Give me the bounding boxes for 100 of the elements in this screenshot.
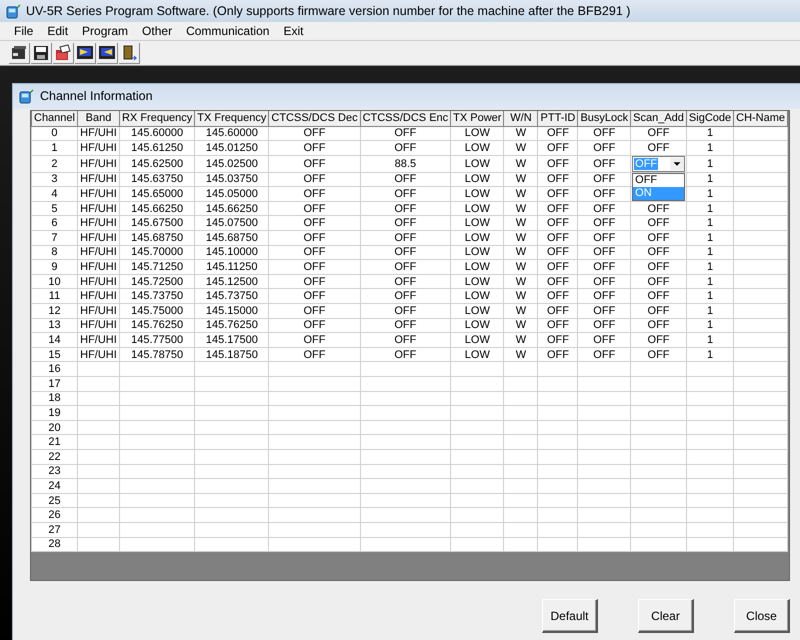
table-cell: HF/UHI xyxy=(77,318,120,333)
table-cell: OFF xyxy=(538,274,578,289)
row-header: 21 xyxy=(32,434,78,450)
column-header[interactable]: PTT-ID xyxy=(538,111,578,126)
table-cell: W xyxy=(504,172,538,187)
table-cell: OFF xyxy=(538,155,578,172)
table-cell: OFF xyxy=(268,274,360,289)
table-cell: LOW xyxy=(450,186,504,202)
table-cell: OFF xyxy=(630,304,686,318)
toolbar-button[interactable] xyxy=(9,42,30,64)
table-cell: 145.18750 xyxy=(194,347,269,362)
table-cell: 145.02500 xyxy=(194,155,269,172)
toolbar-button[interactable] xyxy=(119,42,140,64)
table-cell: OFF xyxy=(538,347,578,362)
table-cell: OFF xyxy=(538,304,578,318)
table-cell: HF/UHI xyxy=(77,140,120,156)
table-cell: 1 xyxy=(686,201,734,216)
table-cell: OFF xyxy=(578,304,631,318)
row-header: 23 xyxy=(32,464,78,479)
dialog-button[interactable]: Close xyxy=(734,599,790,633)
table-cell: 145.60000 xyxy=(119,126,195,141)
table-cell: 145.15000 xyxy=(194,304,269,318)
table-cell: LOW xyxy=(450,230,504,246)
column-header[interactable]: Scan_Add xyxy=(630,111,686,126)
dialog-button[interactable]: Default xyxy=(542,599,598,633)
table-cell: OFF xyxy=(578,230,631,246)
row-header: 18 xyxy=(32,391,78,406)
table-cell: HF/UHI xyxy=(77,155,120,172)
table-cell: 145.01250 xyxy=(194,140,269,156)
table-cell: HF/UHI xyxy=(77,230,120,246)
table-cell: OFF xyxy=(268,245,360,260)
table-cell: OFF xyxy=(268,260,360,274)
table-cell: 145.76250 xyxy=(194,318,269,333)
table-cell: 145.67500 xyxy=(119,216,195,231)
table-cell: OFF xyxy=(578,126,631,141)
table-cell: OFF xyxy=(360,288,451,304)
menu-item[interactable]: Edit xyxy=(41,24,76,38)
column-header[interactable]: Channel xyxy=(32,111,78,126)
table-cell: 145.71250 xyxy=(119,260,195,274)
row-header: 3 xyxy=(32,172,78,187)
table-cell: OFF xyxy=(268,216,360,231)
table-cell: LOW xyxy=(450,172,504,187)
table-cell: 1 xyxy=(686,216,734,231)
dialog-button[interactable]: Clear xyxy=(638,599,694,633)
table-cell: LOW xyxy=(450,347,504,362)
table-cell: 145.60000 xyxy=(194,126,269,141)
column-header[interactable]: TX Power xyxy=(450,111,504,126)
table-cell: OFF xyxy=(538,288,578,304)
column-header[interactable]: CTCSS/DCS Dec xyxy=(268,111,360,126)
menu-item[interactable]: Exit xyxy=(277,24,312,38)
table-cell: HF/UHI xyxy=(77,288,120,304)
table-cell: OFF xyxy=(360,347,451,362)
column-header[interactable]: BusyLock xyxy=(578,111,631,126)
table-cell: OFF xyxy=(360,318,451,333)
menu-item[interactable]: File xyxy=(8,24,42,38)
column-header[interactable]: W/N xyxy=(504,111,538,126)
table-cell: OFF xyxy=(578,186,631,202)
toolbar-button[interactable] xyxy=(31,42,52,64)
column-header[interactable]: CH-Name xyxy=(734,111,788,126)
table-cell: 145.73750 xyxy=(194,288,269,304)
row-header: 6 xyxy=(32,216,78,231)
toolbar-button[interactable] xyxy=(97,42,118,64)
table-cell: OFF xyxy=(268,186,360,202)
table-cell: OFF xyxy=(360,216,451,231)
table-cell: LOW xyxy=(450,201,504,216)
table-cell: OFF xyxy=(360,186,451,202)
table-cell: OFF xyxy=(360,274,451,289)
column-header[interactable]: CTCSS/DCS Enc xyxy=(360,111,451,126)
toolbar-button[interactable] xyxy=(75,42,96,64)
table-cell: OFF xyxy=(630,332,686,348)
table-cell: HF/UHI xyxy=(77,304,120,318)
table-cell: 1 xyxy=(686,347,734,362)
table-cell: LOW xyxy=(450,288,504,304)
table-cell: HF/UHI xyxy=(77,245,120,260)
menu-item[interactable]: Communication xyxy=(180,24,278,38)
table-cell: OFF xyxy=(268,140,360,156)
table-cell: 145.10000 xyxy=(194,245,269,260)
table-cell: OFF xyxy=(268,288,360,304)
table-cell: OFF xyxy=(630,318,686,333)
table-cell: 145.61250 xyxy=(119,140,195,156)
table-cell: OFF xyxy=(360,304,451,318)
row-header: 16 xyxy=(32,362,78,376)
table-cell: 1 xyxy=(686,186,734,202)
row-header: 19 xyxy=(32,406,78,420)
column-header[interactable]: RX Frequency xyxy=(119,111,195,126)
table-cell: OFF xyxy=(578,140,631,156)
column-header[interactable]: SigCode xyxy=(686,111,734,126)
row-header: 7 xyxy=(32,230,78,246)
column-header[interactable]: TX Frequency xyxy=(194,111,269,126)
toolbar-button[interactable] xyxy=(53,42,74,64)
column-header[interactable]: Band xyxy=(77,111,120,126)
menu-item[interactable]: Program xyxy=(76,24,136,38)
menu-item[interactable]: Other xyxy=(136,24,180,38)
table-cell: 145.73750 xyxy=(119,288,195,304)
table-cell: W xyxy=(504,260,538,274)
row-header: 14 xyxy=(32,332,78,348)
table-cell: HF/UHI xyxy=(77,260,120,274)
table-cell: OFF xyxy=(578,155,631,172)
table-cell: HF/UHI xyxy=(77,126,120,141)
table-cell: OFF xyxy=(360,201,451,216)
